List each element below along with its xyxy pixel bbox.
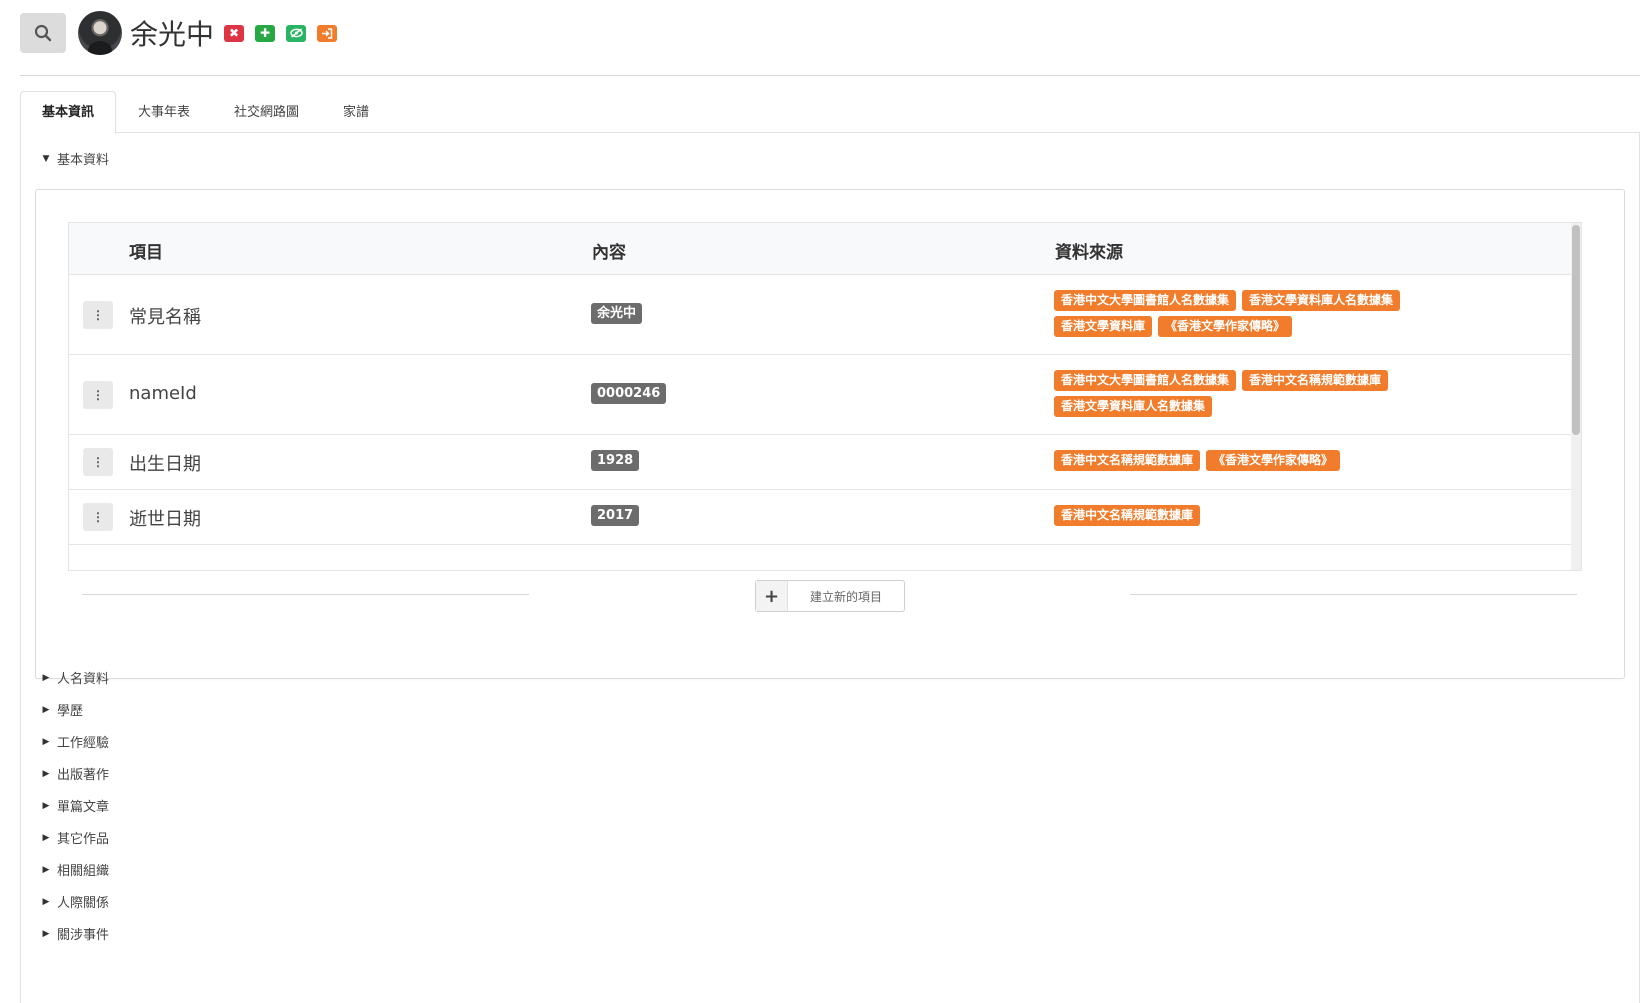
tab-family-tree[interactable]: 家譜 — [321, 91, 391, 133]
table-row: ⋮ 逝世日期 2017 香港中文名稱規範數據庫 — [69, 490, 1581, 545]
divider-line — [1130, 594, 1577, 595]
section-toggle-organizations[interactable]: ▶ 相關組織 — [39, 860, 109, 879]
source-tag[interactable]: 香港中文名稱規範數據庫 — [1242, 370, 1389, 391]
source-tags: 香港中文大學圖書館人名數據集 香港文學資料庫人名數據集 香港文學資料庫 《香港文… — [1054, 290, 1474, 337]
section-label: 基本資料 — [57, 153, 110, 168]
scrollbar-thumb[interactable] — [1572, 225, 1580, 435]
source-tags: 香港中文名稱規範數據庫 — [1054, 505, 1474, 526]
value-badge: 2017 — [591, 505, 640, 526]
section-label: 人名資料 — [57, 672, 110, 687]
source-tag[interactable]: 香港文學資料庫 — [1054, 316, 1153, 337]
value-badge: 1928 — [591, 450, 640, 471]
section-toggle-work-experience[interactable]: ▶ 工作經驗 — [39, 732, 109, 751]
caret-right-icon: ▶ — [42, 928, 50, 939]
column-header-content: 內容 — [592, 243, 626, 263]
table-header: 項目 內容 資料來源 — [69, 223, 1581, 275]
table-row: ⋮ nameId 0000246 香港中文大學圖書館人名數據集 香港中文名稱規範… — [69, 355, 1581, 435]
section-label: 相關組織 — [57, 864, 110, 879]
divider-line — [82, 594, 529, 595]
caret-right-icon: ▶ — [42, 672, 50, 683]
row-label: nameId — [129, 383, 197, 404]
row-menu-button[interactable]: ⋮ — [83, 381, 113, 409]
sign-in-icon[interactable] — [317, 24, 338, 42]
plus-icon[interactable]: ✚ — [255, 24, 276, 42]
section-toggle-events[interactable]: ▶ 關涉事件 — [39, 924, 109, 943]
add-item-button[interactable]: + 建立新的項目 — [755, 580, 905, 612]
source-tag[interactable]: 香港文學資料庫人名數據集 — [1242, 290, 1401, 311]
source-tag[interactable]: 《香港文學作家傳略》 — [1206, 450, 1341, 471]
search-button[interactable] — [20, 13, 66, 53]
section-toggle-relationships[interactable]: ▶ 人際關係 — [39, 892, 109, 911]
caret-down-icon: ▼ — [42, 153, 50, 164]
row-label: 出生日期 — [129, 454, 201, 475]
source-tag[interactable]: 香港中文名稱規範數據庫 — [1054, 505, 1201, 526]
caret-right-icon: ▶ — [42, 800, 50, 811]
source-tags: 香港中文大學圖書館人名數據集 香港中文名稱規範數據庫 香港文學資料庫人名數據集 — [1054, 370, 1474, 417]
eye-slash-icon[interactable] — [286, 24, 307, 42]
page-header: 余光中 ✖ ✚ — [20, 10, 338, 56]
section-label: 學歷 — [57, 704, 84, 719]
section-toggle-education[interactable]: ▶ 學歷 — [39, 700, 83, 719]
caret-right-icon: ▶ — [42, 704, 50, 715]
avatar — [78, 11, 122, 55]
value-badge: 余光中 — [591, 303, 643, 324]
section-label: 單篇文章 — [57, 800, 110, 815]
section-label: 其它作品 — [57, 832, 110, 847]
caret-right-icon: ▶ — [42, 832, 50, 843]
source-tag[interactable]: 香港中文大學圖書館人名數據集 — [1054, 370, 1237, 391]
tab-bar: 基本資訊 大事年表 社交網路圖 家譜 — [20, 91, 1640, 134]
source-tag[interactable]: 香港中文名稱規範數據庫 — [1054, 450, 1201, 471]
source-tags: 香港中文名稱規範數據庫 《香港文學作家傳略》 — [1054, 450, 1474, 471]
value-badge: 0000246 — [591, 383, 667, 404]
tab-basic-info[interactable]: 基本資訊 — [20, 91, 117, 134]
tab-pane-basic-info: ▼ 基本資料 項目 內容 資料來源 ⋮ 常見名稱 余光中 香港中文大學圖書館人名… — [20, 133, 1640, 1003]
caret-right-icon: ▶ — [42, 864, 50, 875]
data-table: 項目 內容 資料來源 ⋮ 常見名稱 余光中 香港中文大學圖書館人名數據集 香港文… — [68, 222, 1582, 571]
caret-right-icon: ▶ — [42, 768, 50, 779]
add-item-label: 建立新的項目 — [809, 589, 882, 604]
row-menu-button[interactable]: ⋮ — [83, 301, 113, 329]
section-label: 出版著作 — [57, 768, 110, 783]
section-label: 工作經驗 — [57, 736, 110, 751]
section-toggle-basic-data[interactable]: ▼ 基本資料 — [39, 149, 109, 168]
plus-icon: + — [756, 581, 788, 611]
row-menu-button[interactable]: ⋮ — [83, 503, 113, 531]
column-header-source: 資料來源 — [1055, 243, 1123, 263]
section-toggle-publications[interactable]: ▶ 出版著作 — [39, 764, 109, 783]
section-toggle-articles[interactable]: ▶ 單篇文章 — [39, 796, 109, 815]
caret-right-icon: ▶ — [42, 736, 50, 747]
row-label: 逝世日期 — [129, 509, 201, 530]
search-icon — [34, 24, 52, 42]
source-tag[interactable]: 香港中文大學圖書館人名數據集 — [1054, 290, 1237, 311]
column-header-item: 項目 — [129, 243, 163, 263]
table-scrollbar[interactable] — [1571, 223, 1581, 570]
source-tag[interactable]: 《香港文學作家傳略》 — [1158, 316, 1293, 337]
row-label: 常見名稱 — [129, 307, 201, 328]
row-menu-button[interactable]: ⋮ — [83, 448, 113, 476]
source-tag[interactable]: 香港文學資料庫人名數據集 — [1054, 396, 1213, 417]
table-row: ⋮ 出生日期 1928 香港中文名稱規範數據庫 《香港文學作家傳略》 — [69, 435, 1581, 490]
section-label: 人際關係 — [57, 896, 110, 911]
tab-timeline[interactable]: 大事年表 — [116, 91, 212, 133]
person-name: 余光中 — [130, 18, 215, 51]
caret-right-icon: ▶ — [42, 896, 50, 907]
basic-data-card: 項目 內容 資料來源 ⋮ 常見名稱 余光中 香港中文大學圖書館人名數據集 香港文… — [35, 189, 1625, 679]
section-toggle-name-data[interactable]: ▶ 人名資料 — [39, 668, 109, 687]
section-label: 關涉事件 — [57, 928, 110, 943]
table-row: ⋮ 常見名稱 余光中 香港中文大學圖書館人名數據集 香港文學資料庫人名數據集 香… — [69, 275, 1581, 355]
header-divider — [20, 75, 1640, 76]
tab-social-network[interactable]: 社交網路圖 — [212, 91, 321, 133]
close-icon[interactable]: ✖ — [224, 24, 245, 42]
action-icons: ✖ ✚ — [224, 24, 338, 42]
section-toggle-other-works[interactable]: ▶ 其它作品 — [39, 828, 109, 847]
